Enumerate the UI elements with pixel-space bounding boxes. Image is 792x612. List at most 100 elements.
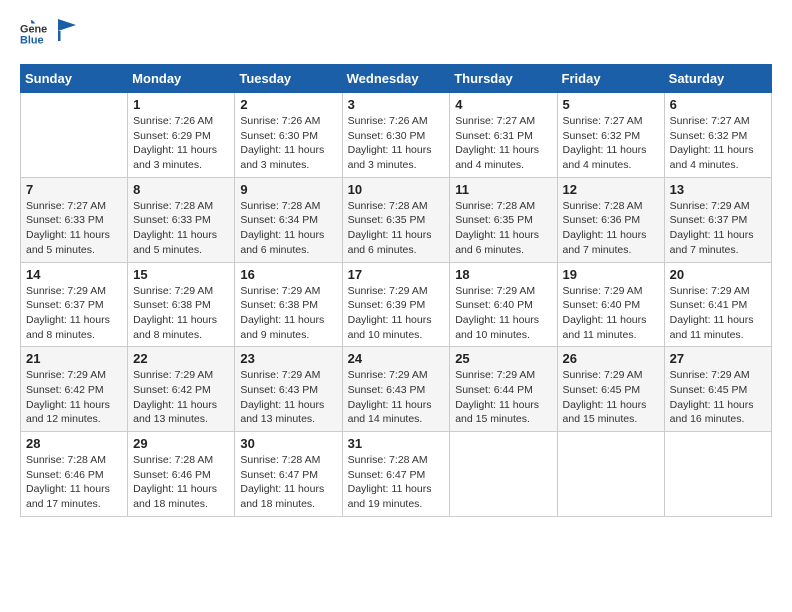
day-number: 13 [670, 182, 766, 197]
day-number: 26 [563, 351, 659, 366]
day-info: Sunrise: 7:26 AM Sunset: 6:30 PM Dayligh… [240, 114, 336, 173]
day-info: Sunrise: 7:29 AM Sunset: 6:38 PM Dayligh… [240, 284, 336, 343]
calendar-cell: 28 Sunrise: 7:28 AM Sunset: 6:46 PM Dayli… [21, 432, 128, 517]
flag-icon [58, 19, 76, 41]
calendar-cell: 24 Sunrise: 7:29 AM Sunset: 6:43 PM Dayli… [342, 347, 450, 432]
day-number: 8 [133, 182, 229, 197]
day-info: Sunrise: 7:28 AM Sunset: 6:35 PM Dayligh… [455, 199, 551, 258]
calendar-header-row: SundayMondayTuesdayWednesdayThursdayFrid… [21, 65, 772, 93]
day-info: Sunrise: 7:26 AM Sunset: 6:29 PM Dayligh… [133, 114, 229, 173]
day-number: 29 [133, 436, 229, 451]
generalblue-logo-icon: General Blue [20, 20, 48, 48]
day-info: Sunrise: 7:28 AM Sunset: 6:47 PM Dayligh… [240, 453, 336, 512]
day-info: Sunrise: 7:29 AM Sunset: 6:40 PM Dayligh… [563, 284, 659, 343]
calendar-cell: 18Sunrise: 7:29 AM Sunset: 6:40 PM Dayli… [450, 262, 557, 347]
calendar-cell: 7 Sunrise: 7:27 AM Sunset: 6:33 PM Daylig… [21, 177, 128, 262]
calendar-cell: 17 Sunrise: 7:29 AM Sunset: 6:39 PM Dayli… [342, 262, 450, 347]
day-number: 24 [348, 351, 445, 366]
calendar-cell: 19 Sunrise: 7:29 AM Sunset: 6:40 PM Dayli… [557, 262, 664, 347]
calendar-cell: 21 Sunrise: 7:29 AM Sunset: 6:42 PM Dayli… [21, 347, 128, 432]
day-number: 19 [563, 267, 659, 282]
day-info: Sunrise: 7:27 AM Sunset: 6:32 PM Dayligh… [670, 114, 766, 173]
day-number: 21 [26, 351, 122, 366]
calendar-cell: 2 Sunrise: 7:26 AM Sunset: 6:30 PM Daylig… [235, 93, 342, 178]
day-info: Sunrise: 7:29 AM Sunset: 6:37 PM Dayligh… [670, 199, 766, 258]
day-number: 15 [133, 267, 229, 282]
calendar-cell: 10 Sunrise: 7:28 AM Sunset: 6:35 PM Dayli… [342, 177, 450, 262]
day-number: 14 [26, 267, 122, 282]
calendar-cell: 22 Sunrise: 7:29 AM Sunset: 6:42 PM Dayli… [128, 347, 235, 432]
day-info: Sunrise: 7:29 AM Sunset: 6:42 PM Dayligh… [26, 368, 122, 427]
column-header-saturday: Saturday [664, 65, 771, 93]
day-number: 1 [133, 97, 229, 112]
calendar-cell: 11 Sunrise: 7:28 AM Sunset: 6:35 PM Dayli… [450, 177, 557, 262]
svg-text:Blue: Blue [20, 34, 44, 46]
day-number: 7 [26, 182, 122, 197]
day-info: Sunrise: 7:26 AM Sunset: 6:30 PM Dayligh… [348, 114, 445, 173]
day-info: Sunrise: 7:27 AM Sunset: 6:31 PM Dayligh… [455, 114, 551, 173]
calendar-cell [664, 432, 771, 517]
calendar-week-3: 14Sunrise: 7:29 AM Sunset: 6:37 PM Dayli… [21, 262, 772, 347]
calendar-week-1: 1 Sunrise: 7:26 AM Sunset: 6:29 PM Daylig… [21, 93, 772, 178]
column-header-friday: Friday [557, 65, 664, 93]
calendar-cell: 8 Sunrise: 7:28 AM Sunset: 6:33 PM Daylig… [128, 177, 235, 262]
calendar-cell: 13 Sunrise: 7:29 AM Sunset: 6:37 PM Dayli… [664, 177, 771, 262]
column-header-monday: Monday [128, 65, 235, 93]
calendar-week-4: 21 Sunrise: 7:29 AM Sunset: 6:42 PM Dayli… [21, 347, 772, 432]
day-info: Sunrise: 7:29 AM Sunset: 6:40 PM Dayligh… [455, 284, 551, 343]
day-number: 6 [670, 97, 766, 112]
calendar-cell: 29Sunrise: 7:28 AM Sunset: 6:46 PM Dayli… [128, 432, 235, 517]
calendar-cell: 31Sunrise: 7:28 AM Sunset: 6:47 PM Dayli… [342, 432, 450, 517]
calendar-week-2: 7 Sunrise: 7:27 AM Sunset: 6:33 PM Daylig… [21, 177, 772, 262]
day-number: 16 [240, 267, 336, 282]
day-number: 27 [670, 351, 766, 366]
calendar-cell: 15 Sunrise: 7:29 AM Sunset: 6:38 PM Dayli… [128, 262, 235, 347]
calendar-cell: 25 Sunrise: 7:29 AM Sunset: 6:44 PM Dayli… [450, 347, 557, 432]
day-number: 3 [348, 97, 445, 112]
day-info: Sunrise: 7:29 AM Sunset: 6:43 PM Dayligh… [240, 368, 336, 427]
calendar-cell: 26 Sunrise: 7:29 AM Sunset: 6:45 PM Dayli… [557, 347, 664, 432]
calendar-cell: 30 Sunrise: 7:28 AM Sunset: 6:47 PM Dayli… [235, 432, 342, 517]
day-info: Sunrise: 7:28 AM Sunset: 6:35 PM Dayligh… [348, 199, 445, 258]
day-number: 12 [563, 182, 659, 197]
calendar-week-5: 28 Sunrise: 7:28 AM Sunset: 6:46 PM Dayli… [21, 432, 772, 517]
day-number: 10 [348, 182, 445, 197]
calendar-cell: 20Sunrise: 7:29 AM Sunset: 6:41 PM Dayli… [664, 262, 771, 347]
column-header-sunday: Sunday [21, 65, 128, 93]
day-info: Sunrise: 7:29 AM Sunset: 6:43 PM Dayligh… [348, 368, 445, 427]
day-number: 2 [240, 97, 336, 112]
day-info: Sunrise: 7:27 AM Sunset: 6:32 PM Dayligh… [563, 114, 659, 173]
day-number: 22 [133, 351, 229, 366]
day-number: 30 [240, 436, 336, 451]
day-number: 9 [240, 182, 336, 197]
day-info: Sunrise: 7:28 AM Sunset: 6:34 PM Dayligh… [240, 199, 336, 258]
day-info: Sunrise: 7:29 AM Sunset: 6:42 PM Dayligh… [133, 368, 229, 427]
calendar-cell: 9 Sunrise: 7:28 AM Sunset: 6:34 PM Daylig… [235, 177, 342, 262]
day-info: Sunrise: 7:29 AM Sunset: 6:45 PM Dayligh… [563, 368, 659, 427]
day-info: Sunrise: 7:28 AM Sunset: 6:47 PM Dayligh… [348, 453, 445, 512]
day-number: 23 [240, 351, 336, 366]
day-number: 25 [455, 351, 551, 366]
day-info: Sunrise: 7:29 AM Sunset: 6:39 PM Dayligh… [348, 284, 445, 343]
day-info: Sunrise: 7:28 AM Sunset: 6:36 PM Dayligh… [563, 199, 659, 258]
day-info: Sunrise: 7:28 AM Sunset: 6:33 PM Dayligh… [133, 199, 229, 258]
calendar-cell [21, 93, 128, 178]
day-number: 28 [26, 436, 122, 451]
calendar-cell [557, 432, 664, 517]
calendar-cell: 6 Sunrise: 7:27 AM Sunset: 6:32 PM Daylig… [664, 93, 771, 178]
calendar-cell: 1 Sunrise: 7:26 AM Sunset: 6:29 PM Daylig… [128, 93, 235, 178]
day-info: Sunrise: 7:29 AM Sunset: 6:45 PM Dayligh… [670, 368, 766, 427]
column-header-wednesday: Wednesday [342, 65, 450, 93]
day-info: Sunrise: 7:28 AM Sunset: 6:46 PM Dayligh… [26, 453, 122, 512]
calendar-cell: 16 Sunrise: 7:29 AM Sunset: 6:38 PM Dayli… [235, 262, 342, 347]
calendar-cell: 14Sunrise: 7:29 AM Sunset: 6:37 PM Dayli… [21, 262, 128, 347]
day-info: Sunrise: 7:29 AM Sunset: 6:41 PM Dayligh… [670, 284, 766, 343]
day-info: Sunrise: 7:29 AM Sunset: 6:38 PM Dayligh… [133, 284, 229, 343]
day-info: Sunrise: 7:29 AM Sunset: 6:44 PM Dayligh… [455, 368, 551, 427]
day-number: 5 [563, 97, 659, 112]
day-number: 11 [455, 182, 551, 197]
day-number: 17 [348, 267, 445, 282]
day-info: Sunrise: 7:27 AM Sunset: 6:33 PM Dayligh… [26, 199, 122, 258]
calendar-cell: 23 Sunrise: 7:29 AM Sunset: 6:43 PM Dayli… [235, 347, 342, 432]
column-header-thursday: Thursday [450, 65, 557, 93]
